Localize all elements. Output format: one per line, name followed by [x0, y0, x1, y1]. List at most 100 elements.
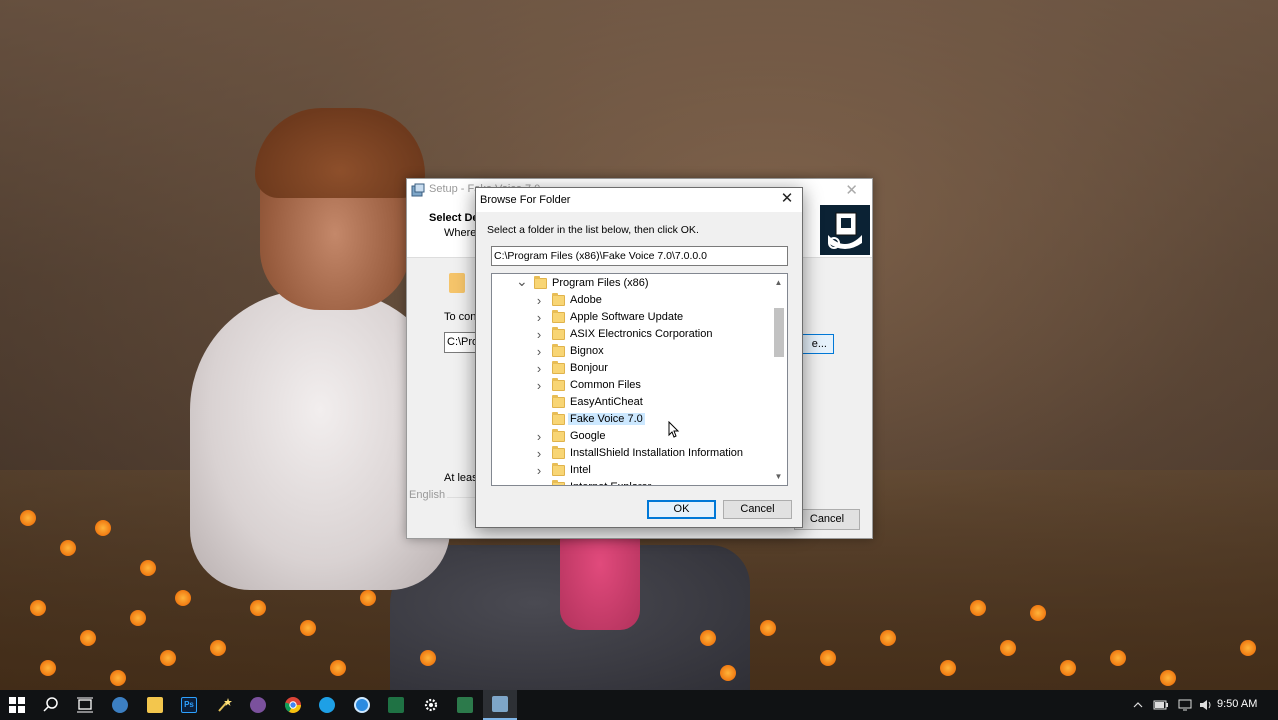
tree-item[interactable]: › Google [492, 428, 770, 445]
chevron-right-icon[interactable]: › [534, 328, 544, 341]
network-icon[interactable] [1174, 690, 1196, 720]
tree-item-label: Internet Explorer [568, 481, 653, 485]
folder-icon [552, 395, 565, 408]
setup-instruction: To con [444, 311, 477, 323]
search-icon[interactable] [34, 690, 68, 720]
scroll-up-icon[interactable]: ▲ [770, 274, 787, 291]
setup-header-title: Select De [429, 212, 479, 224]
wand-icon[interactable] [207, 690, 241, 720]
folder-icon [552, 361, 565, 374]
excel-icon[interactable] [379, 690, 413, 720]
wallpaper-flower [1000, 640, 1016, 656]
folder-icon [552, 480, 565, 485]
setup-close-icon[interactable]: ✕ [845, 181, 858, 199]
wallpaper-flower [1240, 640, 1256, 656]
setup-folder-icon [449, 273, 465, 293]
chevron-right-icon[interactable]: › [534, 464, 544, 477]
chevron-down-icon[interactable]: ⌄ [516, 274, 528, 289]
setup-cancel-button[interactable]: Cancel [794, 509, 860, 530]
chevron-right-icon[interactable]: › [534, 481, 544, 485]
chevron-right-icon[interactable]: › [534, 379, 544, 392]
folder-icon [534, 276, 547, 289]
power-icon[interactable] [1150, 690, 1172, 720]
tree-item[interactable]: EasyAntiCheat [492, 394, 770, 411]
photoshop-icon[interactable]: Ps [172, 690, 206, 720]
folder-icon [552, 412, 565, 425]
photoshop-label: Ps [181, 697, 197, 713]
tree-item[interactable]: › Adobe [492, 292, 770, 309]
setup-language-label: English [409, 489, 446, 501]
chevron-right-icon[interactable]: › [534, 430, 544, 443]
dialog-titlebar: Browse For Folder ✕ [476, 188, 802, 212]
wallpaper-flower [20, 510, 36, 526]
wallpaper-flower [110, 670, 126, 686]
wallpaper-flower [80, 630, 96, 646]
tree-item[interactable]: › Common Files [492, 377, 770, 394]
wallpaper-flower [1110, 650, 1126, 666]
wallpaper-flower [330, 660, 346, 676]
tree-item-label: Common Files [570, 379, 641, 391]
tree-item-label: Google [570, 430, 606, 442]
cancel-button[interactable]: Cancel [723, 500, 792, 519]
ok-button[interactable]: OK [647, 500, 716, 519]
tree-item[interactable]: › ASIX Electronics Corporation [492, 326, 770, 343]
setup-icon[interactable] [483, 690, 517, 720]
folder-icon [552, 446, 565, 459]
wallpaper-flower [1030, 605, 1046, 621]
scroll-down-icon[interactable]: ▼ [770, 468, 787, 485]
wallpaper-flower [140, 560, 156, 576]
edge-icon[interactable] [103, 690, 137, 720]
browser-alt-icon[interactable] [345, 690, 379, 720]
tree-item[interactable]: › Intel [492, 462, 770, 479]
wallpaper-flower [60, 540, 76, 556]
folder-path-field[interactable]: C:\Program Files (x86)\Fake Voice 7.0\7.… [491, 246, 788, 266]
folder-icon [552, 327, 565, 340]
dialog-instruction: Select a folder in the list below, then … [487, 224, 699, 236]
wallpaper-flower [700, 630, 716, 646]
chevron-right-icon[interactable]: › [534, 447, 544, 460]
wallpaper-flower [420, 650, 436, 666]
tree-item[interactable]: › Apple Software Update [492, 309, 770, 326]
tree-item[interactable]: Fake Voice 7.0 [492, 411, 770, 428]
tree-scrollbar[interactable]: ▲ ▼ [770, 274, 787, 485]
chevron-right-icon[interactable]: › [534, 294, 544, 307]
spreadsheet-icon[interactable] [448, 690, 482, 720]
folder-icon [552, 310, 565, 323]
folder-tree[interactable]: ⌄ Program Files (x86) › Adobe › Apple Softwar… [491, 273, 788, 486]
tree-item[interactable]: › InstallShield Installation Information [492, 445, 770, 462]
chrome-icon[interactable] [276, 690, 310, 720]
wallpaper-flower [940, 660, 956, 676]
viber-icon[interactable] [241, 690, 275, 720]
show-desktop-button[interactable] [1257, 690, 1278, 720]
task-view-icon[interactable] [68, 690, 102, 720]
wallpaper-flower [760, 620, 776, 636]
chevron-right-icon[interactable]: › [534, 311, 544, 324]
scroll-thumb[interactable] [774, 308, 784, 357]
setup-space-note: At leas [444, 472, 478, 484]
tree-item[interactable]: › Bignox [492, 343, 770, 360]
settings-icon[interactable] [414, 690, 448, 720]
tree-item-label: InstallShield Installation Information [570, 447, 744, 459]
wallpaper-flower [175, 590, 191, 606]
volume-icon[interactable] [1196, 690, 1216, 720]
tree-item[interactable]: ⌄ Program Files (x86) [492, 274, 770, 292]
tree-item-label: Apple Software Update [570, 311, 684, 323]
setup-browse-button[interactable]: e... [802, 334, 834, 354]
tree-item-label: EasyAntiCheat [570, 396, 643, 408]
taskbar-clock[interactable]: 9:50 AM [1217, 698, 1257, 710]
wallpaper-flower [40, 660, 56, 676]
file-explorer-icon[interactable] [138, 690, 172, 720]
browser-icon[interactable] [310, 690, 344, 720]
windows-start-icon[interactable] [0, 690, 34, 720]
tree-item[interactable]: › Internet Explorer [492, 479, 770, 485]
folder-icon [552, 378, 565, 391]
tree-item-label: Fake Voice 7.0 [568, 413, 645, 425]
chevron-right-icon[interactable]: › [534, 345, 544, 358]
folder-icon [552, 344, 565, 357]
close-icon[interactable]: ✕ [778, 189, 796, 209]
chevron-up-icon[interactable] [1130, 690, 1146, 720]
chevron-right-icon[interactable]: › [534, 362, 544, 375]
setup-header-subtitle: Where [444, 227, 477, 239]
tree-item[interactable]: › Bonjour [492, 360, 770, 377]
wallpaper-flower [880, 630, 896, 646]
